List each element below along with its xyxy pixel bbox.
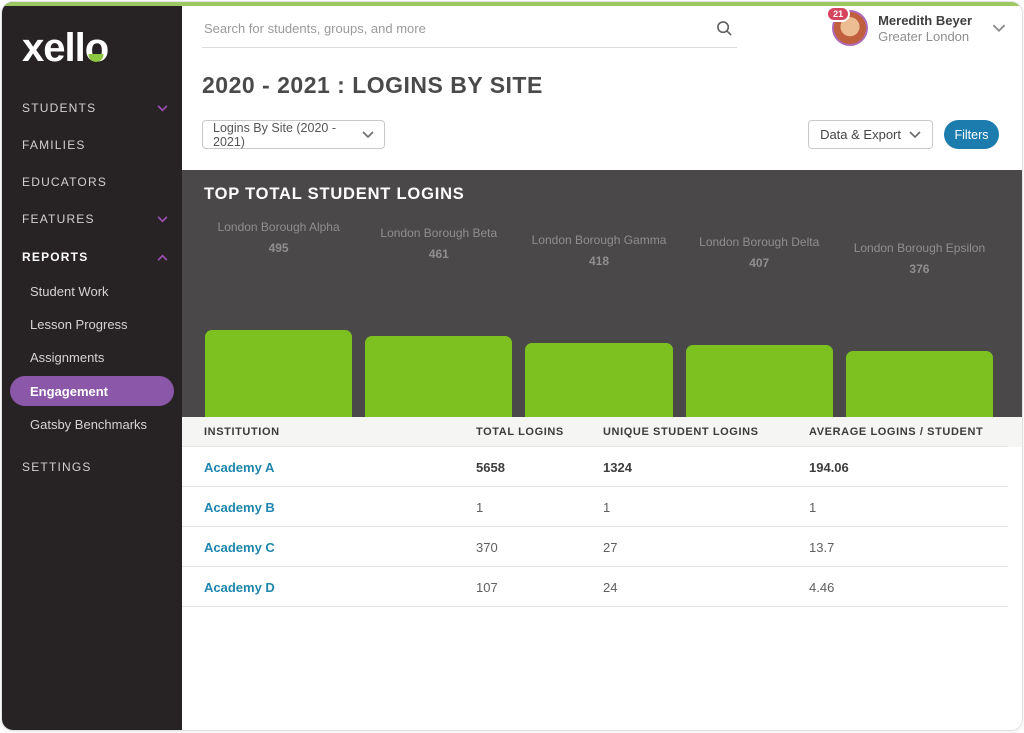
filters-button[interactable]: Filters	[944, 120, 999, 149]
bar[interactable]	[525, 343, 672, 417]
bar-chart: London Borough Alpha 495 London Borough …	[205, 170, 993, 417]
sidebar-subitem-engagement-selected[interactable]: Engagement	[10, 376, 174, 406]
table-row: Academy A 5658 1324 194.06	[182, 447, 1023, 487]
user-info: Meredith Beyer Greater London	[878, 12, 972, 45]
bar-label: London Borough Gamma 418	[525, 230, 672, 271]
total-logins-cell: 5658	[476, 460, 603, 475]
sidebar-item-families[interactable]: FAMILIES	[22, 138, 168, 152]
sidebar: xello STUDENTS FAMILIES EDUCATORS FEATUR…	[2, 2, 182, 730]
bar-category: London Borough Delta	[686, 232, 833, 252]
bar-label: London Borough Alpha 495	[205, 217, 352, 258]
notification-badge: 21	[826, 6, 850, 22]
sidebar-item-educators[interactable]: EDUCATORS	[22, 175, 168, 189]
bar-label: London Borough Epsilon 376	[846, 238, 993, 279]
sidebar-item-label: SETTINGS	[22, 460, 92, 474]
search-icon[interactable]	[716, 20, 733, 42]
col-header-institution: INSTITUTION	[204, 426, 476, 438]
sidebar-subitem-assignments[interactable]: Assignments	[30, 350, 168, 365]
bar-value: 418	[525, 251, 672, 271]
institution-link[interactable]: Academy B	[204, 500, 476, 515]
page-title: 2020 - 2021 : LOGINS BY SITE	[202, 72, 543, 99]
bar-label: London Borough Beta 461	[365, 223, 512, 264]
bar[interactable]	[205, 330, 352, 417]
bar-slot: London Borough Alpha 495	[205, 170, 352, 417]
total-logins-cell: 370	[476, 540, 603, 555]
avg-logins-cell: 1	[809, 500, 1023, 515]
sidebar-item-label: EDUCATORS	[22, 175, 107, 189]
avatar: 21	[832, 10, 868, 46]
table-row: Academy B 1 1 1	[182, 487, 1023, 527]
unique-logins-cell: 24	[603, 580, 809, 595]
bar-label: London Borough Delta 407	[686, 232, 833, 273]
data-export-label: Data & Export	[820, 127, 901, 142]
chevron-down-icon	[992, 24, 1006, 33]
table-row: Academy D 107 24 4.46	[182, 567, 1023, 607]
sidebar-item-label: FEATURES	[22, 212, 95, 226]
institution-link[interactable]: Academy D	[204, 580, 476, 595]
total-logins-cell: 1	[476, 500, 603, 515]
bar-slot: London Borough Delta 407	[686, 170, 833, 417]
xello-logo[interactable]: xello	[22, 26, 108, 71]
chevron-down-icon	[157, 216, 168, 223]
logins-table: INSTITUTION TOTAL LOGINS UNIQUE STUDENT …	[182, 417, 1023, 607]
user-location: Greater London	[878, 29, 972, 44]
sidebar-subitem-student-work[interactable]: Student Work	[30, 284, 168, 299]
col-header-unique-logins: UNIQUE STUDENT LOGINS	[603, 426, 809, 438]
search-bar	[202, 14, 737, 48]
chevron-up-icon	[157, 254, 168, 261]
sidebar-item-students[interactable]: STUDENTS	[22, 101, 168, 115]
top-logins-chart-panel: TOP TOTAL STUDENT LOGINS London Borough …	[182, 170, 1023, 417]
sidebar-item-label: REPORTS	[22, 250, 88, 264]
app-window: xello STUDENTS FAMILIES EDUCATORS FEATUR…	[1, 1, 1023, 731]
avg-logins-cell: 194.06	[809, 460, 1023, 475]
bar-slot: London Borough Epsilon 376	[846, 170, 993, 417]
user-menu[interactable]: 21 Meredith Beyer Greater London	[832, 10, 1006, 46]
sidebar-subitem-gatsby-benchmarks[interactable]: Gatsby Benchmarks	[30, 417, 168, 432]
bar-value: 495	[205, 238, 352, 258]
bar[interactable]	[686, 345, 833, 417]
logo-text: xell	[22, 26, 85, 70]
bar-slot: London Borough Beta 461	[365, 170, 512, 417]
bar-category: London Borough Gamma	[525, 230, 672, 250]
sidebar-item-features[interactable]: FEATURES	[22, 212, 168, 226]
sidebar-item-label: STUDENTS	[22, 101, 96, 115]
sidebar-subitem-lesson-progress[interactable]: Lesson Progress	[30, 317, 168, 332]
bar-value: 461	[365, 244, 512, 264]
top-accent-strip	[2, 2, 1022, 6]
sidebar-item-label: FAMILIES	[22, 138, 86, 152]
avg-logins-cell: 4.46	[809, 580, 1023, 595]
institution-link[interactable]: Academy C	[204, 540, 476, 555]
user-name: Meredith Beyer	[878, 12, 972, 30]
data-export-button[interactable]: Data & Export	[808, 120, 933, 149]
logo-o-accent: o	[85, 26, 108, 71]
bar-category: London Borough Epsilon	[846, 238, 993, 258]
col-header-avg-logins: AVERAGE LOGINS / STUDENT	[809, 426, 1023, 438]
chevron-down-icon	[909, 131, 921, 139]
report-select-value: Logins By Site (2020 - 2021)	[213, 121, 362, 149]
table-row: Academy C 370 27 13.7	[182, 527, 1023, 567]
institution-link[interactable]: Academy A	[204, 460, 476, 475]
unique-logins-cell: 1324	[603, 460, 809, 475]
table-header-row: INSTITUTION TOTAL LOGINS UNIQUE STUDENT …	[182, 417, 1023, 447]
bar[interactable]	[846, 351, 993, 417]
col-header-total-logins: TOTAL LOGINS	[476, 426, 603, 438]
report-select[interactable]: Logins By Site (2020 - 2021)	[202, 120, 385, 149]
unique-logins-cell: 1	[603, 500, 809, 515]
chevron-down-icon	[157, 105, 168, 112]
bar-category: London Borough Alpha	[205, 217, 352, 237]
total-logins-cell: 107	[476, 580, 603, 595]
bar[interactable]	[365, 336, 512, 417]
bar-category: London Borough Beta	[365, 223, 512, 243]
avg-logins-cell: 13.7	[809, 540, 1023, 555]
chevron-down-icon	[362, 131, 374, 139]
bar-value: 407	[686, 253, 833, 273]
sidebar-item-reports[interactable]: REPORTS	[22, 250, 168, 264]
search-input[interactable]	[202, 14, 737, 48]
unique-logins-cell: 27	[603, 540, 809, 555]
bar-slot: London Borough Gamma 418	[525, 170, 672, 417]
sidebar-item-settings[interactable]: SETTINGS	[22, 460, 168, 474]
bar-value: 376	[846, 259, 993, 279]
